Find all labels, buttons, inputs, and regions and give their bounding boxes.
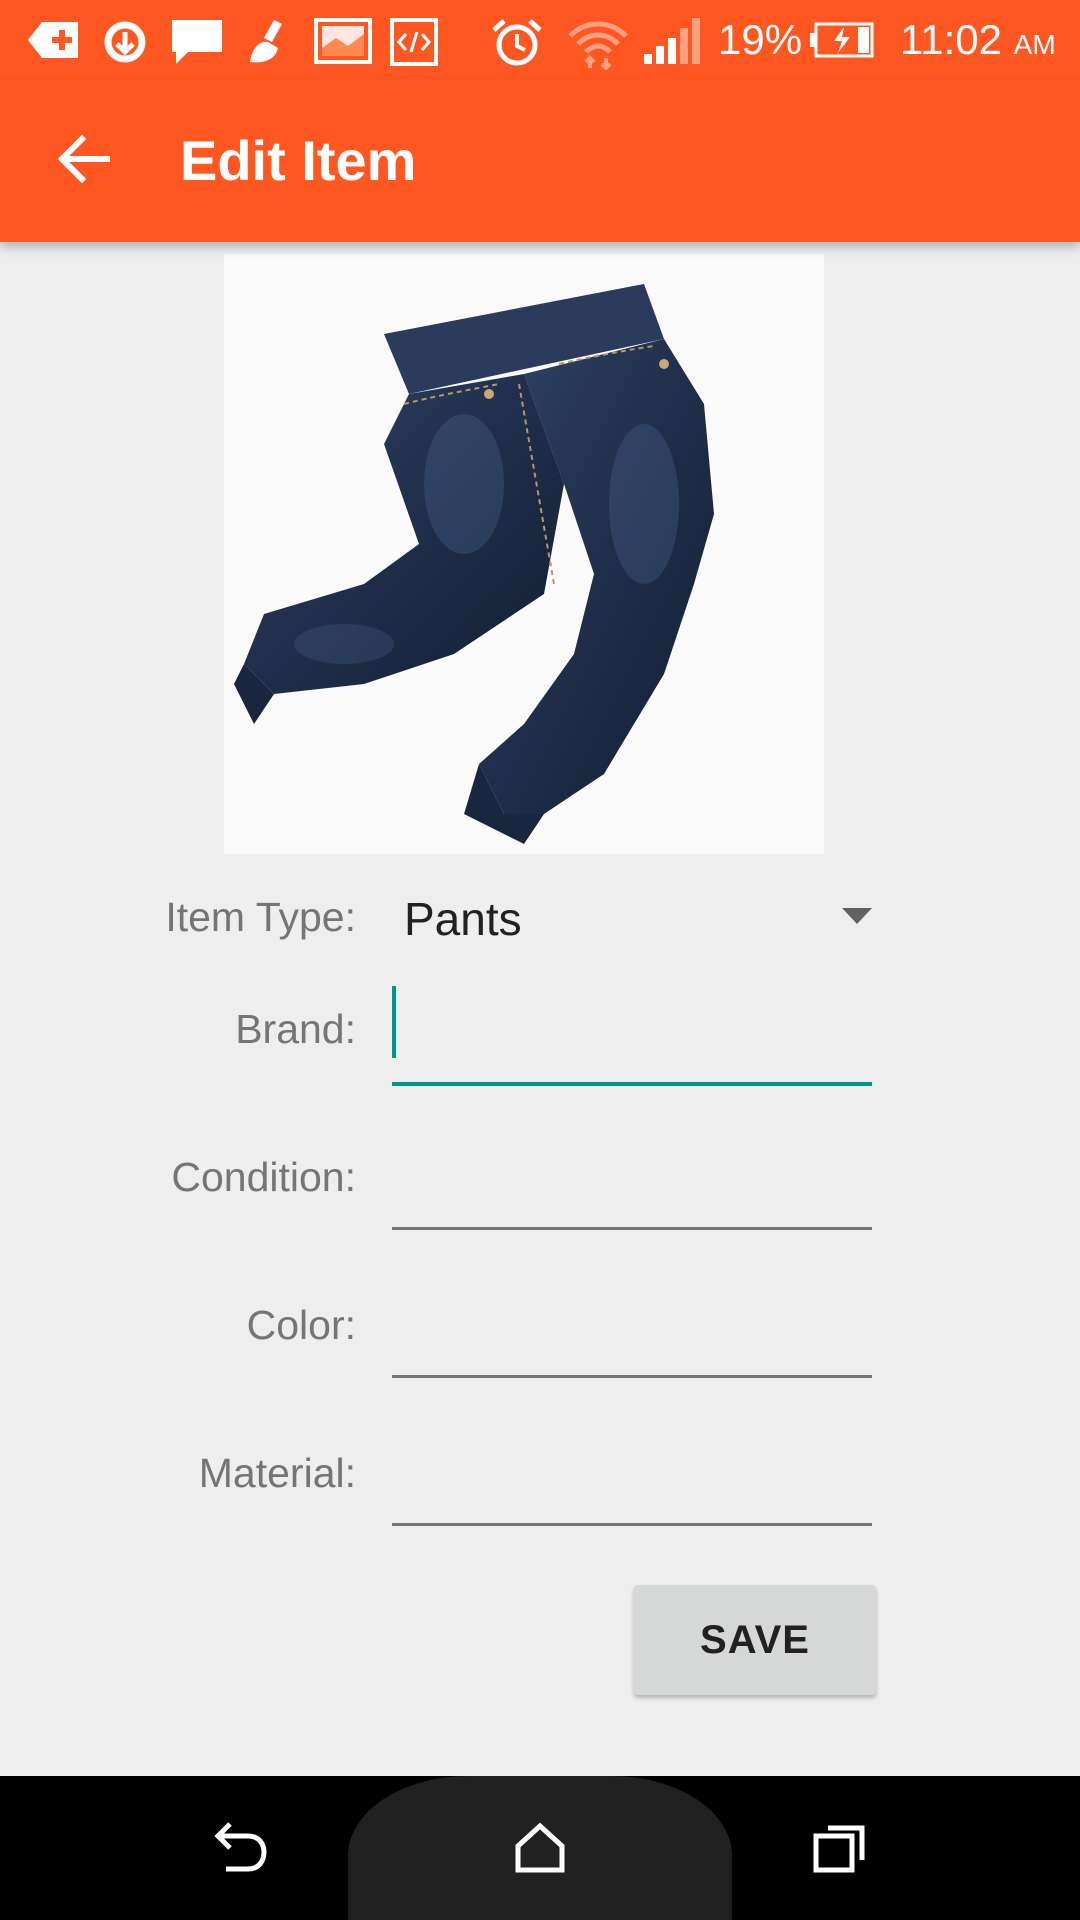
app-bar: Edit Item xyxy=(0,80,1080,242)
save-button[interactable]: SAVE xyxy=(634,1585,876,1695)
item-type-spinner[interactable]: Pants xyxy=(392,886,872,952)
material-field[interactable] xyxy=(392,1434,872,1526)
battery-charging-icon xyxy=(808,22,874,62)
text-cursor xyxy=(392,986,396,1058)
image-icon xyxy=(314,18,372,68)
wifi-icon xyxy=(566,18,630,74)
home-icon xyxy=(514,1822,566,1878)
material-label: Material: xyxy=(198,1450,356,1496)
item-image[interactable] xyxy=(224,254,824,854)
item-type-value: Pants xyxy=(404,893,522,945)
jeans-image xyxy=(224,254,824,854)
status-bar: 19% 11:02 AM xyxy=(0,0,1080,80)
clock: 11:02 AM xyxy=(900,14,1056,71)
clock-time: 11:02 xyxy=(900,16,1002,63)
code-icon xyxy=(390,18,438,70)
nav-recents-button[interactable] xyxy=(802,1812,878,1888)
battery-percent: 19% xyxy=(718,16,803,63)
alarm-icon xyxy=(490,18,544,72)
cleaner-icon xyxy=(246,18,292,70)
message-icon xyxy=(170,18,224,70)
add-notification-icon xyxy=(24,18,82,66)
back-icon xyxy=(212,1822,268,1878)
color-field[interactable] xyxy=(392,1286,872,1378)
arrow-back-icon xyxy=(57,134,111,187)
signal-icon xyxy=(642,18,702,68)
back-button[interactable] xyxy=(44,125,124,197)
dropdown-arrow-icon xyxy=(842,908,872,924)
condition-label: Condition: xyxy=(171,1154,356,1200)
navigation-bar xyxy=(0,1776,1080,1920)
color-label: Color: xyxy=(246,1302,356,1348)
brand-field[interactable] xyxy=(392,994,872,1086)
clock-ampm: AM xyxy=(1013,29,1056,60)
nav-back-button[interactable] xyxy=(202,1812,278,1888)
condition-field[interactable] xyxy=(392,1138,872,1230)
sync-icon xyxy=(98,18,152,70)
nav-home-button[interactable] xyxy=(502,1812,578,1888)
brand-label: Brand: xyxy=(235,1006,356,1052)
page-title: Edit Item xyxy=(180,129,417,192)
item-type-label: Item Type: xyxy=(165,894,356,940)
recents-icon xyxy=(812,1822,868,1878)
